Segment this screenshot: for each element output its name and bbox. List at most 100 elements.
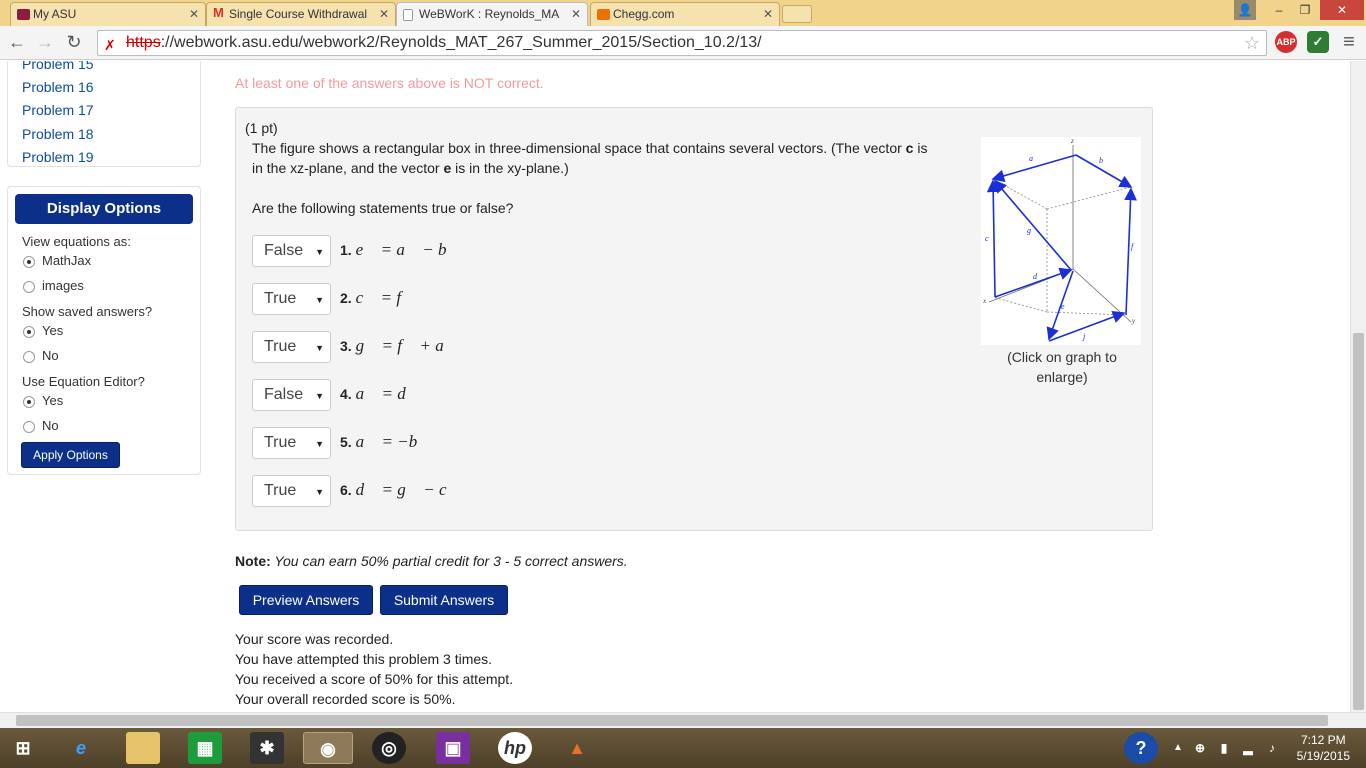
page-content: Problem 15 Problem 16 Problem 17 Problem… xyxy=(0,61,1350,712)
description-text: is xyxy=(913,140,928,156)
svg-text:a: a xyxy=(1029,154,1033,163)
file-explorer-icon[interactable] xyxy=(126,732,160,764)
new-tab-button[interactable] xyxy=(782,5,812,23)
dropdown-caret-icon: ▼ xyxy=(315,343,324,353)
svg-text:x: x xyxy=(982,297,987,305)
start-windows-icon[interactable]: ⊞ xyxy=(6,732,40,764)
answer-select-4[interactable]: False ▼ xyxy=(252,379,331,411)
problem-link-17[interactable]: Problem 17 xyxy=(22,102,94,118)
reload-icon[interactable]: ↻ xyxy=(63,31,85,53)
forward-icon[interactable]: → xyxy=(34,31,56,53)
answer-select-6[interactable]: True ▼ xyxy=(252,475,331,507)
view-equations-label: View equations as: xyxy=(22,234,131,249)
svg-text:z: z xyxy=(1070,137,1074,145)
preview-answers-button[interactable]: Preview Answers xyxy=(239,585,373,615)
statement-number: 3. xyxy=(340,338,352,354)
problem-link-19[interactable]: Problem 19 xyxy=(22,149,94,165)
signal-icon[interactable]: ▂ xyxy=(1238,732,1258,764)
radio-editor-yes[interactable] xyxy=(23,396,35,408)
statement-number: 4. xyxy=(340,386,352,402)
windows-store-icon[interactable]: ▦ xyxy=(188,732,222,764)
network-tray-icon[interactable]: ⊕ xyxy=(1190,732,1210,764)
radio-editor-no[interactable] xyxy=(23,421,35,433)
radio-editor-yes-label: Yes xyxy=(42,393,64,408)
internet-explorer-icon[interactable]: e xyxy=(64,732,98,764)
statement-5: 5. a⃗ = −b⃗ xyxy=(340,432,430,452)
chegg-favicon-icon xyxy=(597,9,610,20)
horizontal-scroll-thumb[interactable] xyxy=(16,715,1328,726)
puzzle-app-icon[interactable]: ✱ xyxy=(250,732,284,764)
battery-icon[interactable]: ▮ xyxy=(1214,732,1234,764)
asu-favicon-icon xyxy=(17,9,30,20)
answer-select-1[interactable]: False ▼ xyxy=(252,235,331,267)
menu-icon[interactable]: ≡ xyxy=(1338,31,1360,53)
answer-select-5[interactable]: True ▼ xyxy=(252,427,331,459)
close-window-icon[interactable]: ✕ xyxy=(1320,0,1364,20)
svg-text:j: j xyxy=(1082,332,1086,341)
back-icon[interactable]: ← xyxy=(6,31,28,53)
vertical-scrollbar[interactable] xyxy=(1350,61,1366,712)
answer-value: True xyxy=(264,434,297,451)
statement-math: a⃗ = −b⃗ xyxy=(355,432,431,451)
radio-images[interactable] xyxy=(23,281,35,293)
statement-math: c⃗ = f⃗ xyxy=(355,288,415,307)
chrome-icon[interactable]: ◉ xyxy=(303,732,353,764)
close-icon[interactable]: ✕ xyxy=(571,7,581,21)
answer-value: True xyxy=(264,338,297,355)
system-clock[interactable]: 7:12 PM 5/19/2015 xyxy=(1297,732,1350,764)
dropdown-caret-icon: ▼ xyxy=(315,295,324,305)
submit-answers-button[interactable]: Submit Answers xyxy=(380,585,508,615)
show-hidden-icons-icon[interactable]: ▲ xyxy=(1168,732,1188,764)
problem-link-18[interactable]: Problem 18 xyxy=(22,126,94,142)
svg-text:c: c xyxy=(985,234,989,243)
user-icon[interactable]: 👤 xyxy=(1234,0,1256,20)
vertical-scroll-thumb[interactable] xyxy=(1353,333,1364,710)
svg-text:b: b xyxy=(1099,156,1103,165)
horizontal-scrollbar[interactable] xyxy=(0,712,1366,728)
projector-app-icon[interactable]: ▣ xyxy=(436,732,470,764)
tab-my-asu[interactable]: My ASU ✕ xyxy=(10,2,206,26)
radio-saved-no-label: No xyxy=(42,348,59,363)
restore-icon[interactable]: ❐ xyxy=(1292,0,1318,20)
tab-label: WeBWorK : Reynolds_MA xyxy=(419,7,560,21)
close-icon[interactable]: ✕ xyxy=(379,7,389,21)
url-path: ://webwork.asu.edu/webwork2/Reynolds_MAT… xyxy=(160,34,762,51)
problem-link-16[interactable]: Problem 16 xyxy=(22,79,94,95)
svg-text:f: f xyxy=(1131,242,1135,251)
volume-icon[interactable]: ♪ xyxy=(1262,732,1282,764)
adblock-plus-icon[interactable]: ABP xyxy=(1275,31,1297,53)
tab-single-course-withdrawal[interactable]: M Single Course Withdrawal ✕ xyxy=(206,2,396,26)
problem-link-15[interactable]: Problem 15 xyxy=(22,61,94,72)
tab-label: Single Course Withdrawal xyxy=(229,7,368,21)
address-bar[interactable]: ✗ https://webwork.asu.edu/webwork2/Reyno… xyxy=(97,30,1267,56)
minimize-icon[interactable]: – xyxy=(1266,0,1292,20)
apply-options-button[interactable]: Apply Options xyxy=(21,442,120,468)
saved-answers-label: Show saved answers? xyxy=(22,304,153,319)
radio-saved-no[interactable] xyxy=(23,351,35,363)
answer-select-2[interactable]: True ▼ xyxy=(252,283,331,315)
clock-date: 5/19/2015 xyxy=(1296,749,1350,763)
vector-box-figure[interactable]: a b c d e f g j z x y xyxy=(981,137,1141,345)
tab-chegg[interactable]: Chegg.com ✕ xyxy=(590,2,780,26)
statement-number: 1. xyxy=(340,242,352,258)
score-line-2: You have attempted this problem 3 times. xyxy=(235,651,493,667)
statement-math: e⃗ = a⃗ − b⃗ xyxy=(355,240,460,259)
svg-text:g: g xyxy=(1027,226,1031,235)
hp-icon[interactable]: hp xyxy=(498,732,532,764)
radio-saved-yes[interactable] xyxy=(23,326,35,338)
radio-images-label: images xyxy=(42,278,84,293)
bookmark-star-icon[interactable]: ☆ xyxy=(1244,31,1260,55)
tab-webwork[interactable]: WeBWorK : Reynolds_MA ✕ xyxy=(396,2,588,27)
close-icon[interactable]: ✕ xyxy=(763,7,773,21)
media-player-icon[interactable]: ◎ xyxy=(372,732,406,764)
browser-toolbar: ← → ↻ ✗ https://webwork.asu.edu/webwork2… xyxy=(0,26,1366,60)
close-icon[interactable]: ✕ xyxy=(189,7,199,21)
answer-select-3[interactable]: True ▼ xyxy=(252,331,331,363)
statement-1: 1. e⃗ = a⃗ − b⃗ xyxy=(340,240,460,260)
browser-tab-strip: My ASU ✕ M Single Course Withdrawal ✕ We… xyxy=(0,0,1366,27)
checkmark-extension-icon[interactable]: ✓ xyxy=(1307,31,1329,53)
radio-mathjax[interactable] xyxy=(23,256,35,268)
matlab-icon[interactable]: ▲ xyxy=(560,732,594,764)
help-icon[interactable]: ? xyxy=(1124,732,1158,764)
score-line-3: You received a score of 50% for this att… xyxy=(235,671,514,687)
